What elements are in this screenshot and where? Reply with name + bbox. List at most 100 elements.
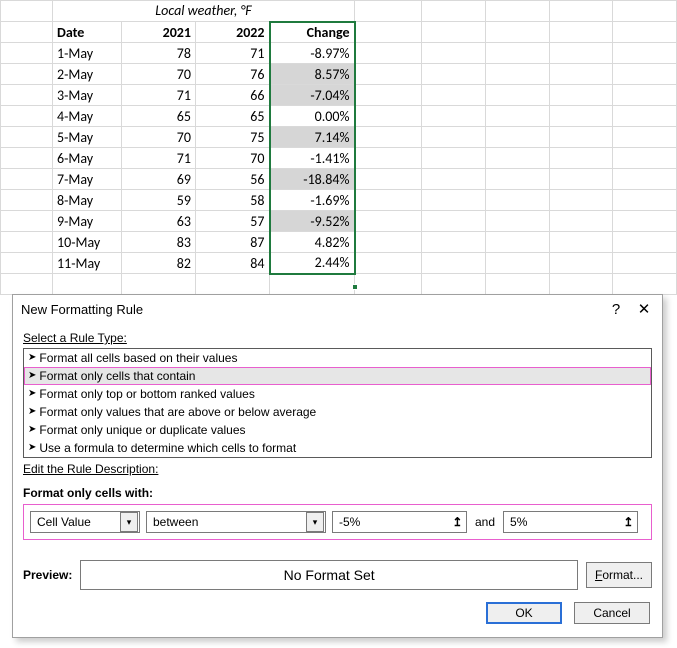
- cell-2021[interactable]: 83: [122, 232, 196, 253]
- table-row[interactable]: 1-May7871-8.97%: [1, 43, 677, 64]
- select-rule-type-label: Select a Rule Type:: [23, 331, 652, 345]
- cell-2021[interactable]: 82: [122, 253, 196, 274]
- dialog-title: New Formatting Rule: [21, 302, 602, 317]
- cell-date[interactable]: 9-May: [53, 211, 122, 232]
- cell-change[interactable]: 8.57%: [270, 64, 355, 85]
- cell-date[interactable]: 1-May: [53, 43, 122, 64]
- help-button[interactable]: ?: [602, 298, 630, 320]
- spreadsheet-grid[interactable]: Local weather, °F Date 2021 2022 Change …: [0, 0, 677, 295]
- table-row[interactable]: 11-May82842.44%: [1, 253, 677, 274]
- preview-label: Preview:: [23, 568, 72, 582]
- table-row[interactable]: 3-May7166-7.04%: [1, 85, 677, 106]
- bullet-icon: ➤: [28, 367, 36, 385]
- criteria-operator-combo[interactable]: between ▾: [146, 511, 326, 533]
- preview-swatch: No Format Set: [80, 560, 578, 590]
- cell-change[interactable]: 0.00%: [270, 106, 355, 127]
- cell-2022[interactable]: 56: [196, 169, 270, 190]
- cell-change[interactable]: 4.82%: [270, 232, 355, 253]
- table-row[interactable]: 9-May6357-9.52%: [1, 211, 677, 232]
- cell-2021[interactable]: 59: [122, 190, 196, 211]
- cell-2022[interactable]: 71: [196, 43, 270, 64]
- cell-2021[interactable]: 78: [122, 43, 196, 64]
- cell-2021[interactable]: 63: [122, 211, 196, 232]
- cell-change[interactable]: 2.44%: [270, 253, 355, 274]
- cell-change[interactable]: 7.14%: [270, 127, 355, 148]
- table-row[interactable]: 6-May7170-1.41%: [1, 148, 677, 169]
- cell-2022[interactable]: 57: [196, 211, 270, 232]
- cell-2021[interactable]: 69: [122, 169, 196, 190]
- cell-change[interactable]: -18.84%: [270, 169, 355, 190]
- close-button[interactable]: ✕: [630, 298, 658, 320]
- collapse-range-icon[interactable]: ↥: [620, 512, 637, 532]
- rule-type-label: Format only unique or duplicate values: [39, 421, 245, 439]
- rule-type-item[interactable]: ➤Use a formula to determine which cells …: [24, 439, 651, 457]
- cell-date[interactable]: 2-May: [53, 64, 122, 85]
- rule-type-item[interactable]: ➤Format only unique or duplicate values: [24, 421, 651, 439]
- table-row[interactable]: 2-May70768.57%: [1, 64, 677, 85]
- table-row[interactable]: 8-May5958-1.69%: [1, 190, 677, 211]
- cell-2022[interactable]: 75: [196, 127, 270, 148]
- criteria-operator-value: between: [147, 515, 306, 529]
- cell-change[interactable]: -1.69%: [270, 190, 355, 211]
- cell-2021[interactable]: 70: [122, 64, 196, 85]
- cell-2022[interactable]: 66: [196, 85, 270, 106]
- cell-date[interactable]: 5-May: [53, 127, 122, 148]
- rule-type-label: Format only values that are above or bel…: [39, 403, 316, 421]
- title-row: Local weather, °F: [1, 1, 677, 22]
- rule-type-label: Format only cells that contain: [39, 367, 195, 385]
- cell-2021[interactable]: 70: [122, 127, 196, 148]
- rule-type-label: Format only top or bottom ranked values: [39, 385, 254, 403]
- cell-2021[interactable]: 71: [122, 85, 196, 106]
- rule-type-label: Format all cells based on their values: [39, 349, 237, 367]
- rule-type-item[interactable]: ➤Format only values that are above or be…: [24, 403, 651, 421]
- cell-2022[interactable]: 70: [196, 148, 270, 169]
- cell-date[interactable]: 4-May: [53, 106, 122, 127]
- chevron-down-icon[interactable]: ▾: [306, 512, 324, 532]
- table-row[interactable]: 4-May65650.00%: [1, 106, 677, 127]
- criteria-value2-input[interactable]: ↥: [503, 511, 638, 533]
- cell-change[interactable]: -9.52%: [270, 211, 355, 232]
- cell-date[interactable]: 8-May: [53, 190, 122, 211]
- bullet-icon: ➤: [28, 349, 36, 367]
- cancel-button[interactable]: Cancel: [574, 602, 650, 624]
- chevron-down-icon[interactable]: ▾: [120, 512, 138, 532]
- rule-type-item[interactable]: ➤Format only cells that contain: [24, 367, 651, 385]
- cell-change[interactable]: -1.41%: [270, 148, 355, 169]
- criteria-value1-field[interactable]: [333, 513, 449, 531]
- criteria-subject-value: Cell Value: [31, 515, 120, 529]
- cell-date[interactable]: 11-May: [53, 253, 122, 274]
- dialog-titlebar[interactable]: New Formatting Rule ? ✕: [13, 295, 662, 323]
- cell-2021[interactable]: 65: [122, 106, 196, 127]
- ok-button[interactable]: OK: [486, 602, 562, 624]
- collapse-range-icon[interactable]: ↥: [449, 512, 466, 532]
- rule-type-item[interactable]: ➤Format all cells based on their values: [24, 349, 651, 367]
- criteria-value1-input[interactable]: ↥: [332, 511, 467, 533]
- rule-type-item[interactable]: ➤Format only top or bottom ranked values: [24, 385, 651, 403]
- cell-date[interactable]: 6-May: [53, 148, 122, 169]
- table-row[interactable]: 10-May83874.82%: [1, 232, 677, 253]
- cell-date[interactable]: 7-May: [53, 169, 122, 190]
- selection-fill-handle[interactable]: [352, 284, 358, 290]
- format-button[interactable]: Format...: [586, 562, 652, 588]
- cell-2022[interactable]: 76: [196, 64, 270, 85]
- criteria-subject-combo[interactable]: Cell Value ▾: [30, 511, 140, 533]
- cell-2022[interactable]: 58: [196, 190, 270, 211]
- cell-2022[interactable]: 65: [196, 106, 270, 127]
- edit-description-label: Edit the Rule Description:: [23, 462, 652, 476]
- criteria-value2-field[interactable]: [504, 513, 620, 531]
- bullet-icon: ➤: [28, 403, 36, 421]
- cell-date[interactable]: 10-May: [53, 232, 122, 253]
- table-row[interactable]: 7-May6956-18.84%: [1, 169, 677, 190]
- cell-change[interactable]: -8.97%: [270, 43, 355, 64]
- col-change-header: Change: [270, 22, 355, 43]
- cell-change[interactable]: -7.04%: [270, 85, 355, 106]
- cell-2022[interactable]: 84: [196, 253, 270, 274]
- rule-type-label: Use a formula to determine which cells t…: [39, 439, 296, 457]
- bullet-icon: ➤: [28, 421, 36, 439]
- and-label: and: [473, 515, 497, 529]
- table-row[interactable]: 5-May70757.14%: [1, 127, 677, 148]
- cell-date[interactable]: 3-May: [53, 85, 122, 106]
- cell-2021[interactable]: 71: [122, 148, 196, 169]
- cell-2022[interactable]: 87: [196, 232, 270, 253]
- rule-type-list[interactable]: ➤Format all cells based on their values➤…: [23, 348, 652, 458]
